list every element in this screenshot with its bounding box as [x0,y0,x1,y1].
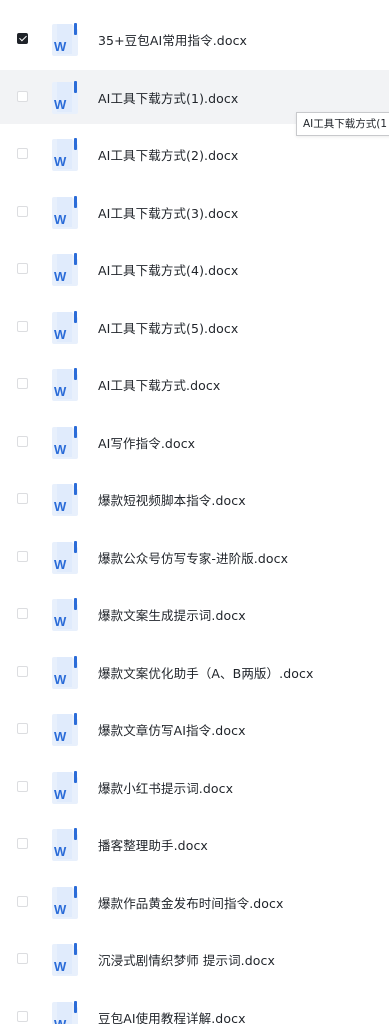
file-name[interactable]: AI工具下载方式(1).docx [98,88,238,107]
svg-text:W: W [54,212,67,227]
svg-text:W: W [54,384,67,399]
svg-text:W: W [54,902,67,917]
svg-text:W: W [54,614,67,629]
file-row[interactable]: W 爆款公众号仿写专家-进阶版.docx [0,530,389,584]
file-checkbox[interactable] [17,953,28,964]
word-document-icon: W [48,250,80,288]
file-row[interactable]: W 爆款文案优化助手（A、B两版）.docx [0,645,389,699]
file-name[interactable]: 爆款文案优化助手（A、B两版）.docx [98,663,313,682]
word-document-icon: W [48,768,80,806]
svg-text:W: W [54,327,67,342]
file-checkbox[interactable] [17,263,28,274]
svg-text:W: W [54,1017,67,1024]
word-document-icon: W [48,78,80,116]
file-name[interactable]: 爆款小红书提示词.docx [98,778,233,797]
file-checkbox[interactable] [17,665,28,677]
file-name[interactable]: 爆款作品黄金发布时间指令.docx [98,893,284,912]
file-name[interactable]: 爆款文案生成提示词.docx [98,605,246,624]
word-document-icon: W [48,825,80,863]
word-document-icon: W [48,365,80,403]
word-document-icon: W [48,883,80,921]
file-row[interactable]: W 爆款文章仿写AI指令.docx [0,702,389,756]
svg-text:W: W [54,499,67,514]
file-name[interactable]: AI工具下载方式(5).docx [98,318,238,337]
file-checkbox[interactable] [17,378,28,389]
file-row[interactable]: W 爆款短视频脚本指令.docx [0,472,389,526]
file-row[interactable]: W 豆包AI使用教程详解.docx [0,990,389,1024]
file-checkbox[interactable] [17,493,28,504]
file-checkbox[interactable] [17,1010,28,1022]
word-document-icon: W [48,423,80,461]
file-checkbox[interactable] [17,723,28,734]
file-row[interactable]: W 爆款作品黄金发布时间指令.docx [0,875,389,929]
file-row[interactable]: W 爆款小红书提示词.docx [0,760,389,814]
file-checkbox[interactable] [17,780,28,792]
file-name[interactable]: 播客整理助手.docx [98,835,208,854]
word-document-icon: W [48,653,80,691]
file-row[interactable]: W 播客整理助手.docx [0,817,389,871]
file-name[interactable]: AI工具下载方式(4).docx [98,260,238,279]
file-checkbox[interactable] [17,435,28,447]
word-document-icon: W [48,940,80,978]
file-checkbox[interactable] [17,550,28,562]
file-row[interactable]: W AI写作指令.docx [0,415,389,469]
file-name[interactable]: 爆款公众号仿写专家-进阶版.docx [98,548,288,567]
svg-text:W: W [54,97,67,112]
file-list: W 35+豆包AI常用指令.docx W AI工具下载方式(1).docx W AI工具下… [0,0,389,1024]
svg-text:W: W [54,39,67,54]
file-row[interactable]: W 沉浸式剧情织梦师 提示词.docx [0,932,389,986]
file-name[interactable]: AI工具下载方式.docx [98,375,220,394]
file-checkbox[interactable] [17,838,28,849]
svg-text:W: W [54,729,67,744]
word-document-icon: W [48,20,80,58]
filename-tooltip: AI工具下载方式(1 [296,112,389,136]
file-name[interactable]: 豆包AI使用教程详解.docx [98,1008,246,1024]
file-checkbox[interactable] [17,33,28,44]
word-document-icon: W [48,595,80,633]
file-row[interactable]: W AI工具下载方式(3).docx [0,185,389,239]
word-document-icon: W [48,538,80,576]
file-checkbox[interactable] [17,148,28,159]
file-checkbox[interactable] [17,895,28,907]
file-name[interactable]: AI工具下载方式(3).docx [98,203,238,222]
word-document-icon: W [48,193,80,231]
svg-text:W: W [54,787,67,802]
word-document-icon: W [48,135,80,173]
file-row[interactable]: W AI工具下载方式.docx [0,357,389,411]
file-row[interactable]: W AI工具下载方式(5).docx [0,300,389,354]
word-document-icon: W [48,480,80,518]
file-name[interactable]: 35+豆包AI常用指令.docx [98,30,247,49]
word-document-icon: W [48,308,80,346]
file-checkbox[interactable] [17,90,28,102]
file-name[interactable]: 爆款文章仿写AI指令.docx [98,720,246,739]
svg-text:W: W [54,154,67,169]
file-row[interactable]: W 爆款文案生成提示词.docx [0,587,389,641]
file-name[interactable]: AI写作指令.docx [98,433,195,452]
svg-text:W: W [54,672,67,687]
svg-text:W: W [54,269,67,284]
word-document-icon: W [48,710,80,748]
svg-text:W: W [54,557,67,572]
word-document-icon: W [48,998,80,1024]
file-name[interactable]: 沉浸式剧情织梦师 提示词.docx [98,950,275,969]
svg-text:W: W [54,959,67,974]
file-name[interactable]: AI工具下载方式(2).docx [98,145,238,164]
svg-text:W: W [54,844,67,859]
file-checkbox[interactable] [17,205,28,217]
file-row[interactable]: W 35+豆包AI常用指令.docx [0,12,389,66]
file-checkbox[interactable] [17,608,28,619]
file-name[interactable]: 爆款短视频脚本指令.docx [98,490,246,509]
file-row[interactable]: W AI工具下载方式(4).docx [0,242,389,296]
svg-text:W: W [54,442,67,457]
file-checkbox[interactable] [17,320,28,332]
